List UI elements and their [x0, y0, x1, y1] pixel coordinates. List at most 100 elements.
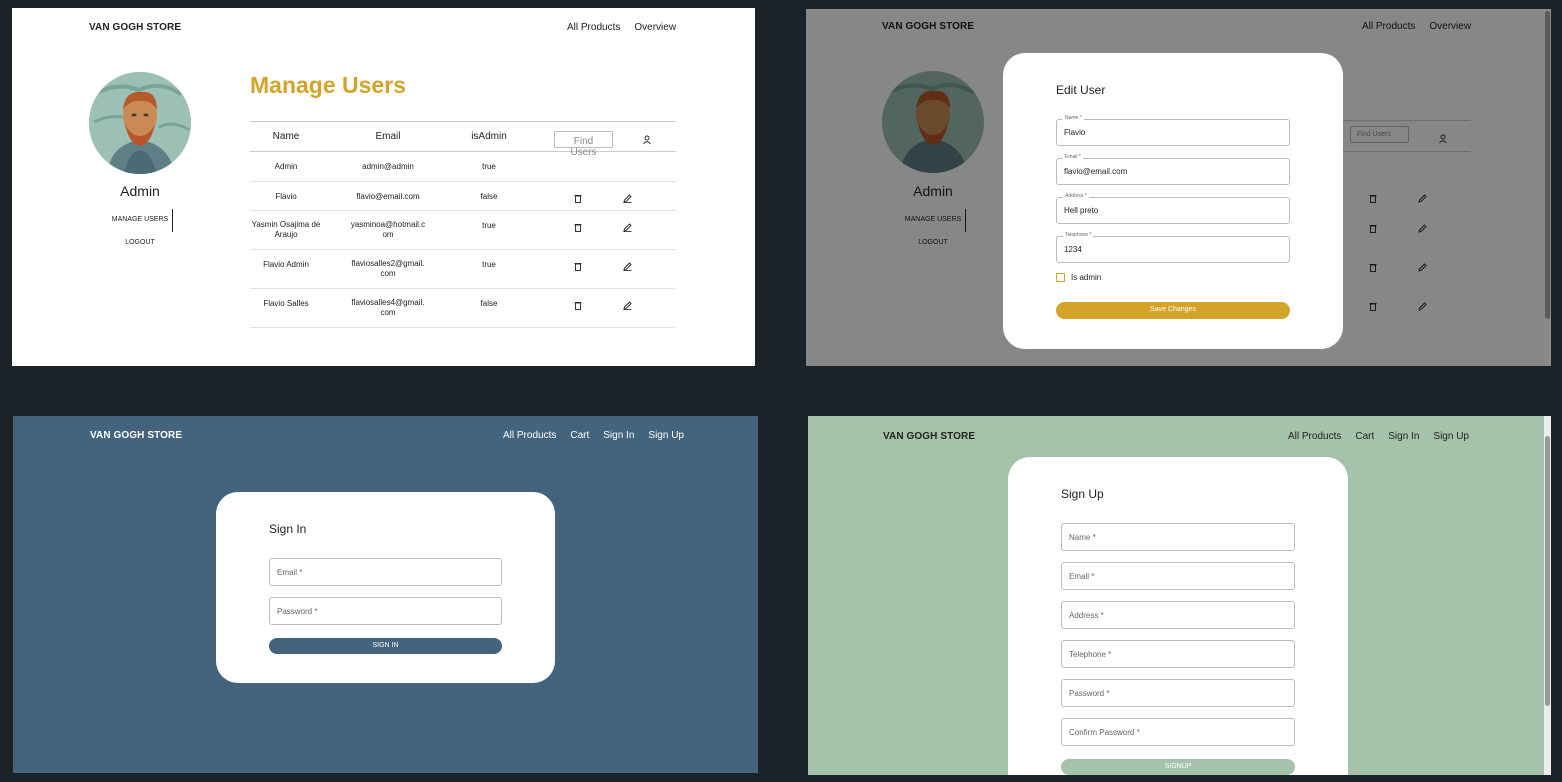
edit-icon[interactable]: [623, 258, 633, 272]
users-table: Name Email isAdmin Find Users Admin admi…: [250, 121, 676, 328]
cell-isadmin: false: [480, 299, 498, 308]
column-header-name: Name: [272, 131, 300, 142]
telephone-field-value: 1234: [1064, 245, 1082, 254]
table-row: Admin admin@admin true: [250, 152, 676, 182]
add-user-icon[interactable]: [642, 132, 652, 145]
edit-user-modal: Edit User Name * Flavio Email * flavio@e…: [1003, 53, 1343, 349]
column-header-email: Email: [375, 131, 401, 142]
address-field[interactable]: Address * Hell preto: [1056, 193, 1290, 224]
is-admin-label: Is admin: [1071, 273, 1102, 282]
brand-logo[interactable]: VAN GOGH STORE: [90, 430, 182, 441]
name-field-label: Name *: [1063, 115, 1084, 121]
telephone-field[interactable]: Telephone *: [1061, 640, 1295, 668]
name-field[interactable]: Name *: [1061, 523, 1295, 551]
is-admin-checkbox[interactable]: [1056, 273, 1065, 282]
table-row: Yasmin Osajima de Araujo yasminoa@hotmai…: [250, 211, 676, 250]
confirm-password-field[interactable]: Confirm Password *: [1061, 718, 1295, 746]
cell-email: flaviosalles2@gmail.com: [351, 259, 425, 278]
telephone-field[interactable]: Telephone * 1234: [1056, 232, 1290, 263]
edit-user-screen: VAN GOGH STORE All Products Overview Adm…: [806, 9, 1551, 366]
guest-nav: All Products Cart Sign In Sign Up: [1288, 431, 1469, 442]
cell-isadmin: true: [482, 221, 496, 230]
sign-in-card: Sign In Email * Password * SIGN IN: [216, 492, 555, 683]
cell-isadmin: false: [480, 192, 498, 201]
email-placeholder: Email *: [1069, 572, 1095, 581]
email-field[interactable]: Email * flavio@email.com: [1056, 154, 1290, 185]
name-placeholder: Name *: [1069, 533, 1096, 542]
password-placeholder: Password *: [1069, 689, 1110, 698]
table-row: Flavio Admin flaviosalles2@gmail.com tru…: [250, 250, 676, 289]
email-placeholder: Email *: [277, 568, 303, 577]
address-field-label: Address *: [1063, 193, 1089, 199]
address-placeholder: Address *: [1069, 611, 1104, 620]
cell-name: Flavio Admin: [263, 260, 309, 269]
column-header-isadmin: isAdmin: [471, 131, 507, 142]
address-field-value: Hell preto: [1064, 206, 1099, 215]
cell-name: Flavio Salles: [263, 299, 309, 308]
cell-name: Yasmin Osajima de Araujo: [251, 220, 321, 239]
signup-button[interactable]: SIGNUP: [1061, 759, 1295, 775]
delete-icon[interactable]: [574, 219, 584, 232]
brand-logo[interactable]: VAN GOGH STORE: [89, 22, 181, 33]
email-field[interactable]: Email *: [269, 558, 502, 586]
email-field[interactable]: Email *: [1061, 562, 1295, 590]
confirm-password-placeholder: Confirm Password *: [1069, 728, 1140, 737]
nav-cart[interactable]: Cart: [1355, 431, 1374, 442]
sign-up-title: Sign Up: [1061, 487, 1104, 501]
delete-icon[interactable]: [574, 190, 584, 203]
email-field-value: flavio@email.com: [1064, 167, 1128, 176]
cell-email: yasminoa@hotmail.com: [350, 220, 426, 239]
cell-isadmin: true: [482, 260, 496, 269]
sign-in-title: Sign In: [269, 522, 307, 536]
avatar: [89, 72, 191, 174]
sign-in-screen: VAN GOGH STORE All Products Cart Sign In…: [13, 416, 758, 773]
scrollbar-thumb[interactable]: [1545, 11, 1550, 319]
nav-cart[interactable]: Cart: [570, 430, 589, 441]
cell-email: flavio@email.com: [356, 192, 420, 201]
cell-email: flaviosalles4@gmail.com: [351, 298, 425, 317]
address-field[interactable]: Address *: [1061, 601, 1295, 629]
table-row: Flavio flavio@email.com false: [250, 182, 676, 211]
nav-all-products[interactable]: All Products: [567, 22, 620, 33]
edit-icon[interactable]: [623, 219, 633, 233]
manage-users-screen: VAN GOGH STORE All Products Overview Adm…: [12, 8, 755, 366]
sidebar-user-name: Admin: [120, 183, 160, 199]
modal-title: Edit User: [1056, 83, 1106, 97]
nav-sign-up[interactable]: Sign Up: [1433, 431, 1469, 442]
password-field[interactable]: Password *: [269, 597, 502, 625]
guest-nav: All Products Cart Sign In Sign Up: [503, 430, 684, 441]
telephone-field-label: Telephone *: [1063, 232, 1094, 238]
nav-overview[interactable]: Overview: [634, 22, 676, 33]
password-field[interactable]: Password *: [1061, 679, 1295, 707]
table-header: Name Email isAdmin Find Users: [250, 121, 676, 158]
sign-in-button[interactable]: SIGN IN: [269, 638, 502, 654]
cell-isadmin: true: [482, 162, 496, 171]
sidebar-item-logout[interactable]: LOGOUT: [89, 239, 191, 246]
delete-icon[interactable]: [574, 297, 584, 310]
sign-up-screen: VAN GOGH STORE All Products Cart Sign In…: [808, 416, 1551, 775]
nav-all-products[interactable]: All Products: [1288, 431, 1341, 442]
cell-email: admin@admin: [362, 162, 414, 171]
nav-sign-up[interactable]: Sign Up: [648, 430, 684, 441]
scrollbar[interactable]: [1544, 9, 1551, 366]
save-changes-button[interactable]: Save Changes: [1056, 302, 1290, 319]
search-input[interactable]: Find Users: [554, 131, 613, 158]
nav-sign-in[interactable]: Sign In: [603, 430, 634, 441]
password-placeholder: Password *: [277, 607, 318, 616]
scrollbar-thumb[interactable]: [1545, 436, 1550, 706]
edit-icon[interactable]: [623, 190, 633, 204]
sidebar-item-manage-users[interactable]: MANAGE USERS: [89, 216, 191, 223]
page-title: Manage Users: [250, 72, 406, 98]
name-field[interactable]: Name * Flavio: [1056, 115, 1290, 146]
delete-icon[interactable]: [574, 258, 584, 271]
telephone-placeholder: Telephone *: [1069, 650, 1112, 659]
name-field-value: Flavio: [1064, 128, 1086, 137]
cell-name: Admin: [274, 162, 298, 171]
table-row: Flavio Salles flaviosalles4@gmail.com fa…: [250, 289, 676, 328]
cell-name: Flavio: [275, 192, 297, 201]
nav-all-products[interactable]: All Products: [503, 430, 556, 441]
brand-logo[interactable]: VAN GOGH STORE: [883, 431, 975, 442]
edit-icon[interactable]: [623, 297, 633, 311]
nav-sign-in[interactable]: Sign In: [1388, 431, 1419, 442]
scrollbar[interactable]: [1544, 416, 1551, 775]
